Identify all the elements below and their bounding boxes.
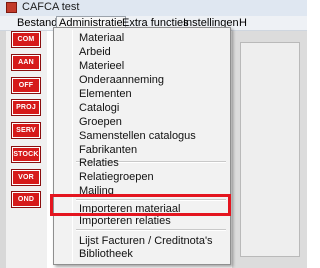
- sidebar-button-vor[interactable]: VOR: [11, 169, 41, 186]
- app-logo-icon: [6, 2, 17, 13]
- menu-item-groepen[interactable]: Groepen: [79, 115, 122, 129]
- menu-item-relaties[interactable]: Relaties: [79, 156, 119, 170]
- menu-item-fabrikanten[interactable]: Fabrikanten: [79, 143, 137, 157]
- menu-separator: [76, 229, 226, 231]
- sidebar-button-com[interactable]: COM: [11, 31, 41, 48]
- sidebar-button-ond[interactable]: OND: [11, 191, 41, 208]
- sidebar-button-proj[interactable]: PROJ: [11, 99, 41, 116]
- highlight-annotation-box: [50, 194, 231, 216]
- menu-gutter: [72, 30, 73, 262]
- menu-item-importeren-relaties[interactable]: Importeren relaties: [79, 214, 171, 228]
- menu-item-lijst-facturen-creditnotas[interactable]: Lijst Facturen / Creditnota's: [79, 234, 213, 248]
- menu-help[interactable]: H: [237, 16, 249, 31]
- menu-item-bibliotheek[interactable]: Bibliotheek: [79, 247, 133, 261]
- administratie-dropdown-menu: Materiaal Arbeid Materieel Onderaannemin…: [53, 27, 231, 265]
- menu-item-catalogi[interactable]: Catalogi: [79, 101, 119, 115]
- sidebar-button-stock[interactable]: STOCK: [11, 146, 41, 163]
- menu-item-samenstellen-catalogus[interactable]: Samenstellen catalogus: [79, 129, 196, 143]
- workspace-grid: [240, 42, 300, 257]
- window-title: CAFCA test: [22, 1, 80, 13]
- menu-item-onderaanneming[interactable]: Onderaanneming: [79, 73, 164, 87]
- title-bar: CAFCA test: [0, 0, 307, 16]
- sidebar-edge: [0, 31, 6, 268]
- sidebar-button-aan[interactable]: AAN: [11, 54, 41, 71]
- menu-item-elementen[interactable]: Elementen: [79, 87, 132, 101]
- menu-item-materieel[interactable]: Materieel: [79, 59, 124, 73]
- menu-item-relatiegroepen[interactable]: Relatiegroepen: [79, 170, 154, 184]
- sidebar-button-off[interactable]: OFF: [11, 77, 41, 94]
- sidebar-button-serv[interactable]: SERV: [11, 122, 41, 139]
- menu-item-materiaal[interactable]: Materiaal: [79, 31, 124, 45]
- menu-item-arbeid[interactable]: Arbeid: [79, 45, 111, 59]
